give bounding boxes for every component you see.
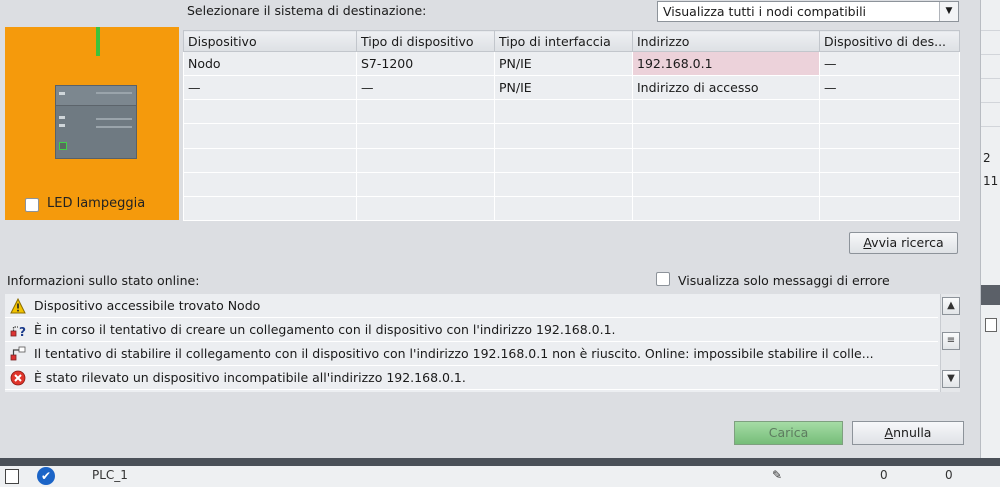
cell-target-device: — (819, 50, 960, 77)
search-button-mnemonic: A (863, 235, 872, 250)
cell-address: Indirizzo di accesso (632, 75, 820, 101)
cancel-button[interactable]: Annulla (852, 421, 964, 445)
dropdown-arrow-icon[interactable]: ▼ (939, 2, 958, 21)
target-system-label: Selezionare il sistema di destinazione: (187, 3, 427, 18)
errors-only-checkbox[interactable] (656, 272, 670, 286)
message-text: È stato rilevato un dispositivo incompat… (34, 370, 466, 385)
list-item[interactable]: Il tentativo di stabilire il collegament… (5, 342, 938, 366)
plc-device-image (55, 85, 137, 159)
status-message-list: Dispositivo accessibile trovato Nodo ? È… (5, 294, 960, 392)
empty-row (183, 195, 960, 222)
message-text: Dispositivo accessibile trovato Nodo (34, 298, 261, 313)
message-scrollbar[interactable]: ▲ ≡ ▼ (940, 294, 960, 392)
svg-text:?: ? (19, 325, 26, 338)
list-item[interactable]: Dispositivo accessibile trovato Nodo (5, 294, 938, 318)
search-button-label: vvia ricerca (871, 235, 944, 250)
cancel-button-mnemonic: A (884, 425, 894, 440)
background-value: 2 (983, 151, 991, 165)
column-header-address[interactable]: Indirizzo (632, 30, 820, 52)
dialog-bottom-border (0, 458, 1000, 466)
cell-device: — (183, 75, 357, 101)
background-value: 11 (983, 174, 999, 188)
port-icon (59, 142, 67, 150)
background-zero: 0 (880, 468, 888, 482)
ok-check-icon: ✔ (37, 467, 55, 485)
device-table: Dispositivo Tipo di dispositivo Tipo di … (183, 30, 960, 222)
connection-line (96, 27, 100, 56)
target-system-select[interactable]: Visualizza tutti i nodi compatibili ▼ (657, 1, 959, 22)
column-header-device-type[interactable]: Tipo di dispositivo (356, 30, 495, 52)
scroll-up-icon[interactable]: ▲ (942, 297, 960, 315)
background-device-row: ✔ PLC_1 ✎ 0 0 (0, 466, 1000, 487)
copy-icon (985, 318, 997, 332)
connect-failed-icon (10, 346, 26, 361)
cell-target-device: — (819, 75, 960, 101)
column-header-interface-type[interactable]: Tipo di interfaccia (494, 30, 633, 52)
target-system-value: Visualizza tutti i nodi compatibili (663, 4, 867, 19)
table-row[interactable]: — — PN/IE Indirizzo di accesso — (183, 75, 960, 101)
background-window-edge: 2 11 (980, 0, 1000, 487)
led-flash-label: LED lampeggia (47, 196, 146, 211)
cell-device: Nodo (183, 50, 357, 77)
list-icon (5, 469, 19, 484)
message-text: Il tentativo di stabilire il collegament… (34, 346, 874, 361)
cell-interface-type: PN/IE (494, 50, 633, 77)
table-row[interactable]: Nodo S7-1200 PN/IE 192.168.0.1 — (183, 50, 960, 77)
empty-row (183, 123, 960, 149)
scroll-grip-icon[interactable]: ≡ (942, 332, 960, 350)
warning-icon (10, 298, 26, 314)
background-plc-name: PLC_1 (92, 468, 128, 482)
list-item[interactable]: È stato rilevato un dispositivo incompat… (5, 366, 938, 390)
cell-device-type: — (356, 75, 495, 101)
list-item[interactable]: ? È in corso il tentativo di creare un c… (5, 318, 938, 342)
led-flash-checkbox[interactable] (25, 198, 39, 212)
download-dialog: LED lampeggia Selezionare il sistema di … (0, 0, 980, 458)
background-zero: 0 (945, 468, 953, 482)
device-panel: LED lampeggia (5, 27, 179, 220)
start-search-button[interactable]: Avvia ricerca (849, 232, 958, 254)
error-icon (10, 370, 26, 386)
connect-question-icon: ? (10, 325, 26, 338)
cell-address: 192.168.0.1 (632, 50, 820, 77)
empty-row (183, 99, 960, 125)
cell-interface-type: PN/IE (494, 75, 633, 101)
column-header-device[interactable]: Dispositivo (183, 30, 357, 52)
load-button[interactable]: Carica (734, 421, 843, 445)
empty-row (183, 147, 960, 173)
cancel-button-label: nnulla (893, 425, 932, 440)
cell-device-type: S7-1200 (356, 50, 495, 77)
online-status-label: Informazioni sullo stato online: (7, 273, 200, 288)
scroll-down-icon[interactable]: ▼ (942, 370, 960, 388)
column-header-target-device[interactable]: Dispositivo di des... (819, 30, 960, 52)
empty-row (183, 171, 960, 197)
table-header-row: Dispositivo Tipo di dispositivo Tipo di … (183, 30, 960, 52)
pencil-icon: ✎ (772, 468, 783, 482)
message-text: È in corso il tentativo di creare un col… (34, 322, 616, 337)
errors-only-label: Visualizza solo messaggi di errore (678, 273, 890, 288)
